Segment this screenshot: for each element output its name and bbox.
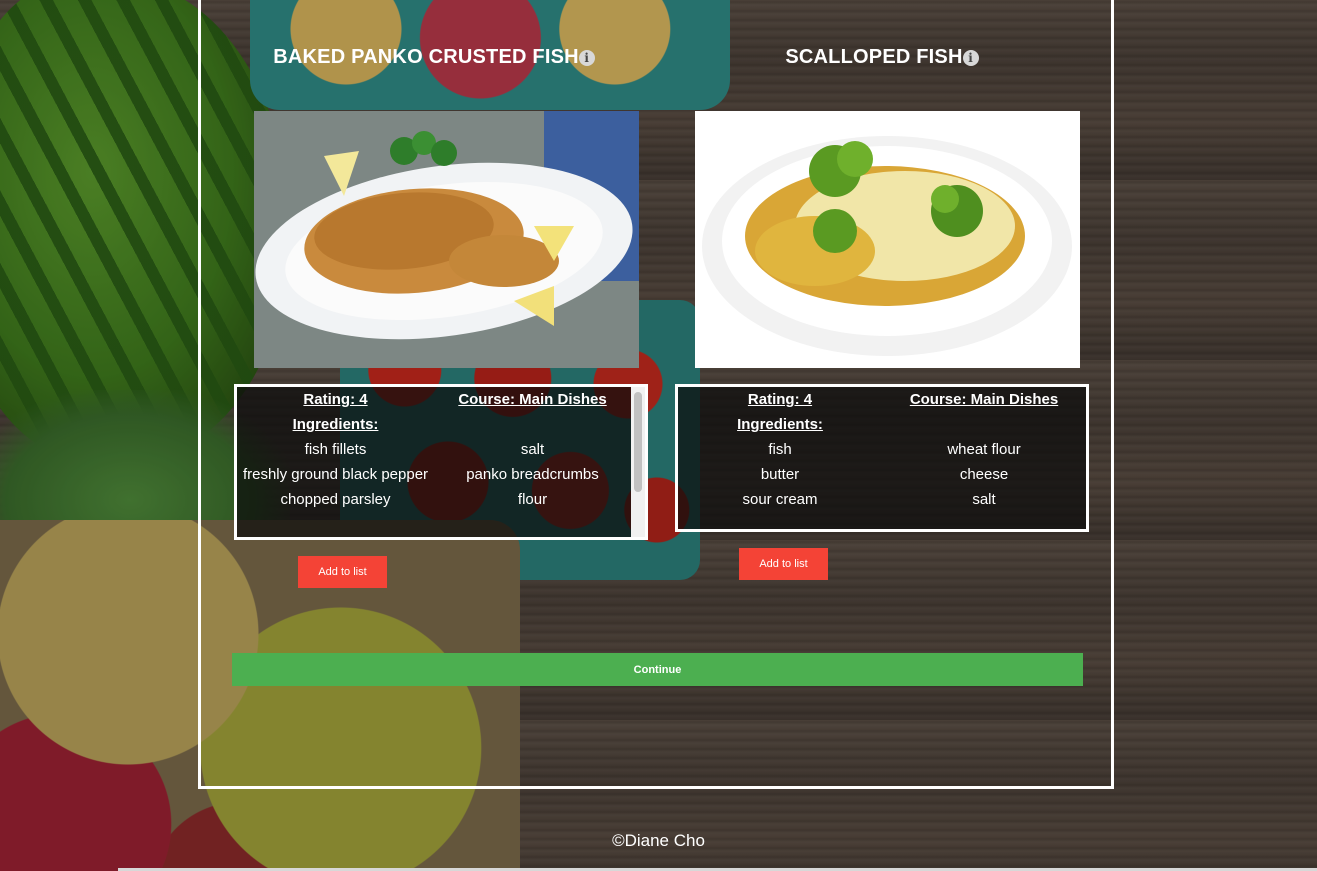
recipe-card-1: BAKED PANKO CRUSTED FISH i Rating: 4 Cour… [234, 0, 654, 600]
add-to-list-button[interactable]: Add to list [739, 548, 828, 580]
course-label: Course: Main Dishes [458, 391, 607, 408]
ingredient-item: sour cream [742, 491, 818, 508]
ingredient-item: chopped parsley [280, 491, 391, 508]
footer-copyright: ©Diane Cho [612, 831, 705, 850]
ingredient-item: wheat flour [947, 441, 1021, 458]
recipe-title: BAKED PANKO CRUSTED FISH i [224, 46, 644, 69]
ingredient-item: freshly ground black pepper [242, 466, 429, 483]
scrollbar-thumb[interactable] [634, 392, 642, 492]
ingredient-item: panko breadcrumbs [466, 466, 599, 483]
ingredient-item: salt [972, 491, 996, 508]
info-icon[interactable]: i [962, 50, 979, 66]
ingredient-item: cheese [959, 466, 1009, 483]
rating-label: Rating: 4 [303, 391, 368, 408]
recipe-title-text: SCALLOPED FISH [785, 46, 963, 68]
recipe-card-2: SCALLOPED FISH i Rating: 4 Course: Main D… [675, 0, 1095, 600]
recipe-details-panel[interactable]: Rating: 4 Course: Main Dishes Ingredient… [234, 384, 648, 540]
recipe-details-panel: Rating: 4 Course: Main Dishes Ingredient… [675, 384, 1089, 532]
add-to-list-button[interactable]: Add to list [298, 556, 387, 588]
continue-button[interactable]: Continue [232, 653, 1083, 686]
ingredient-item: butter [760, 466, 800, 483]
ingredient-item: salt [520, 441, 545, 458]
ingredient-item: fish fillets [304, 441, 367, 458]
recipe-photo [695, 111, 1080, 368]
recipe-title: SCALLOPED FISH i [672, 46, 1092, 69]
course-label: Course: Main Dishes [909, 391, 1059, 408]
rating-label: Rating: 4 [747, 391, 813, 408]
ingredient-item: flour [517, 491, 548, 508]
ingredients-label: Ingredients: [292, 416, 379, 433]
details-scrollbar[interactable] [631, 387, 645, 537]
info-icon[interactable]: i [578, 50, 595, 66]
ingredient-item: fish [768, 441, 792, 458]
ingredients-label: Ingredients: [737, 416, 823, 433]
recipe-title-text: BAKED PANKO CRUSTED FISH [273, 46, 579, 68]
recipe-photo [254, 111, 639, 368]
